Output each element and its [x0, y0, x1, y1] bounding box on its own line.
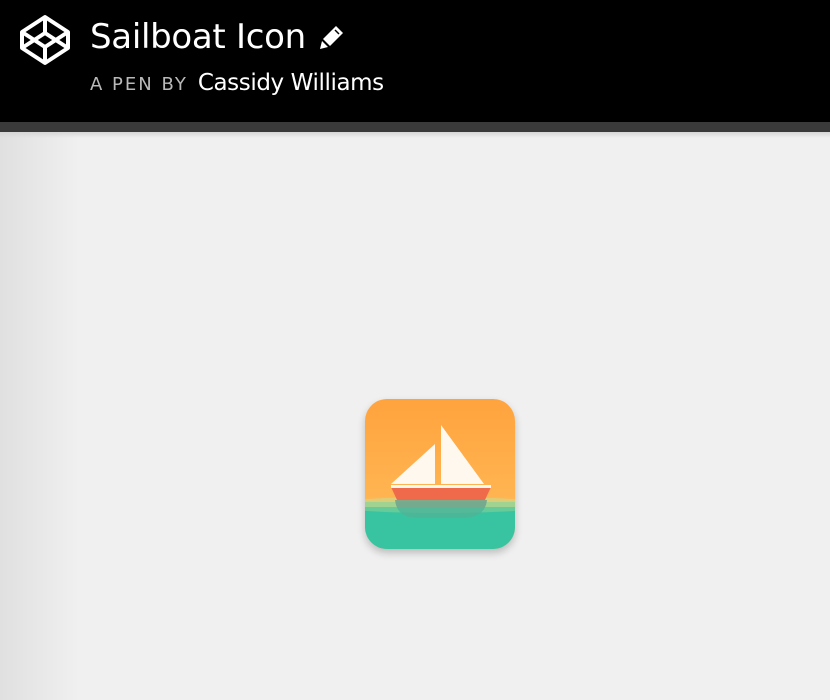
water-front [365, 507, 515, 549]
hull [391, 487, 491, 500]
pencil-icon[interactable] [318, 23, 346, 51]
codepen-logo-icon[interactable] [18, 13, 72, 67]
left-sail [391, 444, 435, 484]
preview-area [0, 132, 830, 700]
pen-header: Sailboat Icon A PEN BY Cassidy Williams [0, 0, 830, 122]
sailboat-icon [365, 399, 515, 549]
resize-shadow [0, 132, 80, 700]
byline-prefix: A PEN BY [90, 74, 188, 95]
header-border [0, 122, 830, 132]
header-shadow [0, 132, 830, 138]
deck-line [391, 485, 491, 488]
byline: A PEN BY Cassidy Williams [90, 70, 384, 100]
title-row: Sailboat Icon [90, 12, 346, 62]
pen-title[interactable]: Sailboat Icon [90, 17, 306, 57]
author-link[interactable]: Cassidy Williams [198, 70, 384, 96]
right-sail [441, 425, 484, 484]
